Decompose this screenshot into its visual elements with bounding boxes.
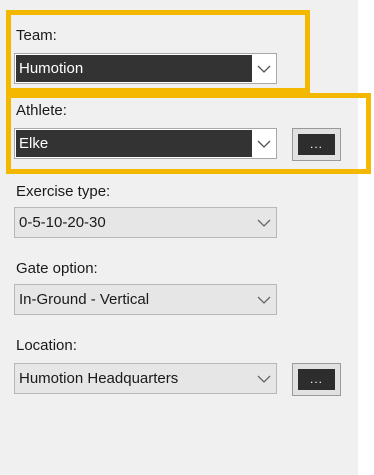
chevron-down-icon[interactable] [252,364,276,393]
chevron-down-icon[interactable] [252,285,276,314]
exercise-type-dropdown[interactable]: 0-5-10-20-30 [14,207,277,238]
location-label: Location: [16,337,77,354]
gate-option-value: In-Ground - Vertical [19,291,150,308]
chevron-down-icon[interactable] [252,54,276,83]
team-label: Team: [16,27,57,44]
gate-option-dropdown[interactable]: In-Ground - Vertical [14,284,277,315]
chevron-down-icon[interactable] [252,129,276,158]
panel-edge [358,0,374,475]
athlete-dropdown[interactable]: Elke [14,128,277,159]
location-browse-button[interactable]: ... [292,363,341,396]
athlete-label: Athlete: [16,102,67,119]
exercise-type-value: 0-5-10-20-30 [19,214,106,231]
athlete-value: Elke [16,130,252,157]
athlete-browse-label: ... [298,134,335,155]
gate-option-label: Gate option: [16,260,98,277]
location-browse-label: ... [298,369,335,390]
exercise-type-label: Exercise type: [16,183,111,200]
location-dropdown[interactable]: Humotion Headquarters [14,363,277,394]
team-dropdown[interactable]: Humotion [14,53,277,84]
chevron-down-icon[interactable] [252,208,276,237]
athlete-browse-button[interactable]: ... [292,128,341,161]
team-value: Humotion [16,55,252,82]
location-value: Humotion Headquarters [19,370,179,387]
